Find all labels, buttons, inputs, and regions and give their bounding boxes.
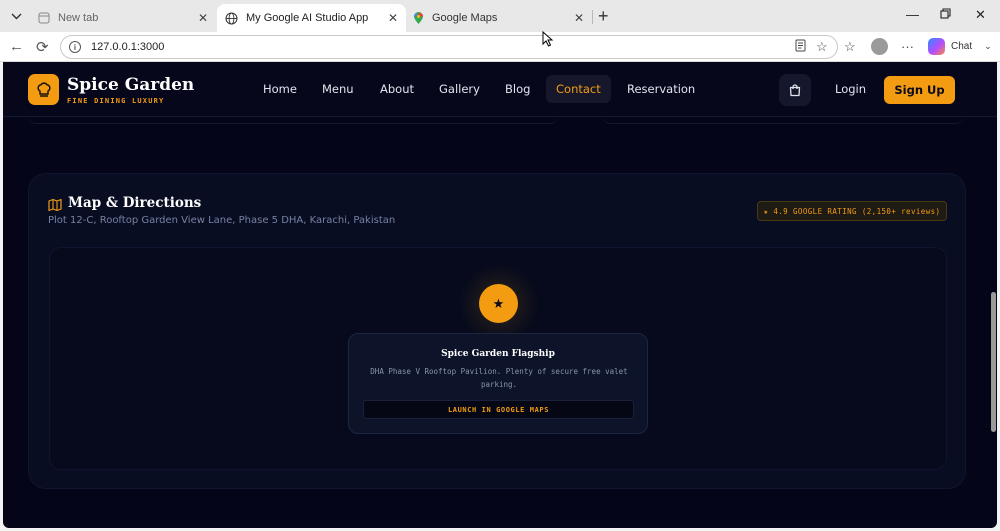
reader-mode-button[interactable] (795, 39, 806, 55)
copilot-icon (928, 38, 945, 55)
restore-icon (940, 8, 951, 19)
close-icon[interactable]: ✕ (388, 11, 398, 25)
reload-icon: ⟳ (36, 39, 49, 56)
favorites-bar-button[interactable]: ☆ (844, 39, 856, 55)
tab-title: New tab (58, 12, 99, 24)
tab-ai-studio-app[interactable]: My Google AI Studio App ✕ (217, 4, 406, 32)
cart-button[interactable] (779, 74, 811, 106)
browser-address-bar: ← ⟳ i 127.0.0.1:3000 ☆ ☆ ··· (0, 32, 1000, 62)
map-icon (48, 198, 62, 212)
star-icon: ★ (492, 295, 505, 311)
copilot-chat-button[interactable]: Chat ⌄ (928, 38, 992, 55)
new-tab-button[interactable]: + (598, 6, 609, 27)
login-link[interactable]: Login (835, 82, 866, 96)
map-directions-card: Map & Directions Plot 12-C, Rooftop Gard… (28, 173, 966, 489)
section-title: Map & Directions (68, 195, 202, 211)
brand-name[interactable]: Spice Garden (67, 75, 194, 95)
close-window-button[interactable]: ✕ (975, 7, 986, 23)
nav-link-about[interactable]: About (380, 82, 414, 96)
location-description: DHA Phase V Rooftop Pavilion. Plenty of … (370, 367, 628, 389)
tab-title: My Google AI Studio App (246, 12, 369, 24)
sign-up-button[interactable]: Sign Up (884, 76, 955, 104)
nav-link-blog[interactable]: Blog (505, 82, 530, 96)
reload-button[interactable]: ⟳ (36, 38, 49, 56)
nav-link-gallery[interactable]: Gallery (439, 82, 480, 96)
page-icon (38, 12, 50, 24)
restaurant-address: Plot 12-C, Rooftop Garden View Lane, Pha… (48, 215, 396, 226)
launch-google-maps-button[interactable]: LAUNCH IN GOOGLE MAPS (363, 400, 634, 419)
page-scrollbar[interactable] (991, 292, 996, 432)
minimize-icon: — (906, 7, 919, 22)
url-field[interactable]: i 127.0.0.1:3000 (60, 35, 838, 59)
location-info-card: Spice Garden Flagship DHA Phase V Roofto… (348, 333, 648, 434)
tab-divider (592, 10, 593, 24)
tab-new-tab[interactable]: New tab ✕ (30, 4, 216, 32)
tab-google-maps[interactable]: Google Maps ✕ (405, 4, 592, 32)
tab-list-button[interactable] (5, 5, 27, 27)
more-options-button[interactable]: ··· (901, 39, 914, 54)
copilot-label: Chat (951, 41, 973, 52)
favorite-button[interactable]: ☆ (816, 39, 828, 55)
location-pin[interactable]: ★ (479, 284, 518, 323)
mouse-cursor-icon (542, 31, 554, 47)
nav-link-contact[interactable]: Contact (546, 75, 611, 103)
brand-tagline: FINE DINING LUXURY (67, 97, 165, 105)
nav-link-menu[interactable]: Menu (322, 82, 354, 96)
close-icon: ✕ (975, 7, 986, 22)
arrow-left-icon: ← (9, 38, 24, 55)
location-name: Spice Garden Flagship (441, 349, 555, 359)
info-icon[interactable]: i (69, 41, 81, 53)
back-button[interactable]: ← (9, 38, 24, 55)
brand-logo[interactable] (28, 74, 59, 105)
star-outline-icon: ☆ (816, 39, 828, 54)
plus-icon: + (598, 6, 609, 26)
google-rating-badge: ★ 4.9 GOOGLE RATING (2,150+ reviews) (757, 201, 947, 221)
more-icon: ··· (901, 39, 914, 54)
favorites-icon: ☆ (844, 39, 856, 54)
chevron-down-icon (11, 13, 21, 19)
chef-hat-icon (36, 81, 51, 97)
maps-pin-icon (414, 11, 424, 24)
browser-tab-bar: New tab ✕ My Google AI Studio App ✕ Goog… (0, 0, 1000, 32)
nav-link-home[interactable]: Home (263, 82, 297, 96)
reader-icon (795, 39, 806, 52)
site-header: Spice Garden FINE DINING LUXURY Home Men… (3, 62, 997, 117)
restore-button[interactable] (940, 7, 951, 22)
nav-link-reservation[interactable]: Reservation (627, 82, 695, 96)
page-viewport: Spice Garden FINE DINING LUXURY Home Men… (3, 62, 997, 528)
close-icon[interactable]: ✕ (198, 11, 208, 25)
url-text: 127.0.0.1:3000 (91, 41, 165, 53)
shopping-bag-icon (789, 84, 801, 97)
close-icon[interactable]: ✕ (574, 11, 584, 25)
globe-icon (225, 12, 238, 24)
minimize-button[interactable]: — (906, 7, 919, 22)
map-view[interactable]: ★ Spice Garden Flagship DHA Phase V Roof… (49, 247, 947, 470)
chevron-down-icon: ⌄ (984, 41, 992, 51)
profile-avatar[interactable] (871, 38, 888, 55)
tab-title: Google Maps (432, 12, 498, 24)
